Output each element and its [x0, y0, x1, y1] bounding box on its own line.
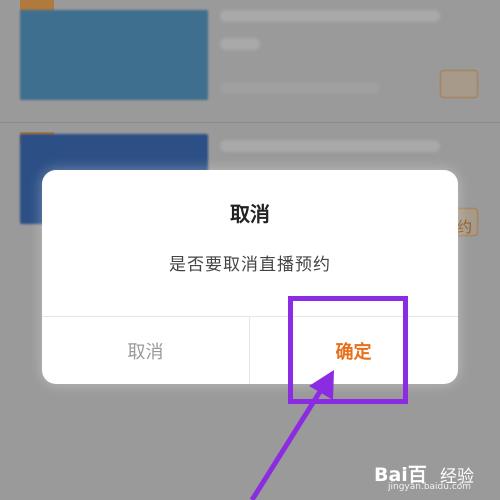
list-separator — [0, 122, 500, 123]
watermark-logo: Bai百 经验 jingyan.baidu.com — [374, 460, 484, 494]
watermark-site: jingyan.baidu.com — [388, 482, 472, 492]
thumbnail-image — [20, 10, 208, 100]
cancel-button[interactable]: 取消 — [42, 317, 249, 384]
dialog-message: 是否要取消直播预约 — [169, 255, 331, 275]
annotation-highlight-box — [288, 296, 408, 404]
list-item-chip — [440, 70, 478, 98]
list-item-chip-text: 约 — [456, 218, 472, 236]
list-item-title — [220, 38, 260, 50]
list-item-meta — [220, 82, 380, 94]
list-item-title — [220, 10, 440, 22]
list-item-title — [220, 140, 440, 152]
dialog-title: 取消 — [230, 202, 270, 226]
